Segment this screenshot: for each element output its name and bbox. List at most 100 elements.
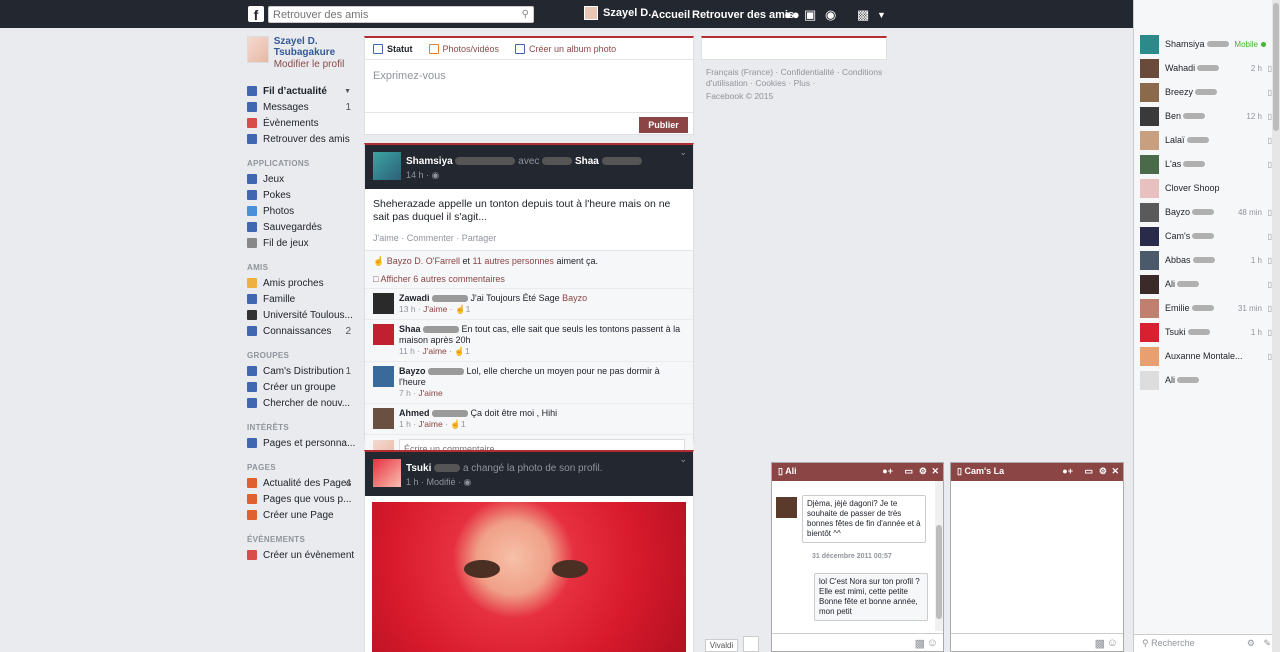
sidebar-item[interactable]: Évènements — [247, 115, 359, 131]
comment-author[interactable]: Bayzo — [399, 366, 426, 376]
find-friends-link[interactable]: Retrouver des amis — [692, 9, 794, 21]
facebook-logo[interactable]: f — [248, 6, 264, 23]
status-input[interactable]: Exprimez-vous — [365, 60, 693, 112]
comment-like-link[interactable]: J'aime — [418, 388, 442, 398]
account-menu-chevron-icon[interactable]: ▼ — [877, 10, 886, 20]
chat-contact[interactable]: Clover Shoop — [1134, 176, 1280, 200]
sidebar-item[interactable]: Pokes — [247, 187, 359, 203]
sidebar-item[interactable]: Photos — [247, 203, 359, 219]
chat-contact[interactable]: Wahadi 2 h ▯ — [1134, 56, 1280, 80]
sidebar-item[interactable]: Actualité des Pages 4 — [247, 475, 359, 491]
search-input[interactable] — [269, 7, 509, 22]
comment-like-link[interactable]: J'aime — [422, 346, 446, 356]
post-timestamp[interactable]: 14 h · ◉ — [406, 170, 439, 181]
chat-contact[interactable]: Ali ▯ — [1134, 272, 1280, 296]
sidebar-item[interactable]: Messages 1 — [247, 99, 359, 115]
video-call-icon[interactable]: ▭ — [904, 466, 913, 477]
emoji-icon[interactable]: ☺ — [1107, 637, 1118, 649]
sidebar-item[interactable]: Connaissances 2 — [247, 323, 359, 339]
friend-requests-icon[interactable]: ●● — [784, 7, 800, 22]
sidebar-item[interactable]: Sauvegardés — [247, 219, 359, 235]
search-box[interactable]: ⚲ — [268, 6, 534, 23]
sidebar-item[interactable]: Retrouver des amis — [247, 131, 359, 147]
edit-profile-link[interactable]: Modifier le profil — [274, 58, 359, 71]
chat-window-header[interactable]: ▯ Ali ●+ ▭ ⚙ ✕ — [772, 463, 943, 481]
vivaldi-chat-tab[interactable]: Vivaldi — [705, 639, 738, 652]
chat-contact[interactable]: L'as ▯ — [1134, 152, 1280, 176]
post-author-avatar[interactable] — [373, 152, 401, 180]
chat-contact[interactable]: Abbas 1 h ▯ — [1134, 248, 1280, 272]
video-call-icon[interactable]: ▭ — [1084, 466, 1093, 477]
footer-link-list[interactable]: Français (France) · Confidentialité · Co… — [706, 67, 886, 89]
profile-photo-image[interactable] — [372, 502, 686, 652]
sidebar-item[interactable]: Pages que vous p... — [247, 491, 359, 507]
messages-icon[interactable]: ▣ — [804, 7, 816, 23]
settings-gear-icon[interactable]: ⚙ — [1247, 638, 1255, 649]
sidebar-item[interactable]: Fil d’actualité ▼ — [247, 83, 359, 99]
privacy-lock-icon[interactable]: ▩ — [857, 7, 869, 23]
avatar[interactable] — [373, 293, 394, 314]
settings-gear-icon[interactable]: ⚙ — [919, 466, 927, 477]
comment-tag[interactable]: Bayzo — [562, 293, 587, 303]
sidebar-item[interactable]: Université Toulous... — [247, 307, 359, 323]
liker-name-link[interactable]: Bayzo D. O'Farrell — [387, 256, 460, 266]
search-icon[interactable]: ⚲ — [522, 9, 529, 20]
home-link[interactable]: Accueil — [651, 9, 690, 21]
chat-window-name[interactable]: Ali — [785, 466, 797, 476]
topbar-profile-link[interactable]: Szayel D. — [584, 6, 651, 20]
sidebar-item[interactable]: Jeux — [247, 171, 359, 187]
comment-author[interactable]: Zawadi — [399, 293, 430, 303]
comment-like-link[interactable]: J'aime — [423, 304, 447, 314]
chat-contact[interactable]: Bayzo 48 min ▯ — [1134, 200, 1280, 224]
sidebar-item[interactable]: Cam's Distribution 1 — [247, 363, 359, 379]
tab-album[interactable]: Créer un album photo — [515, 43, 616, 54]
post-actions[interactable]: J'aime · Commenter · Partager — [365, 233, 693, 250]
sidebar-item[interactable]: Créer un évènement — [247, 547, 359, 563]
chat-contact[interactable]: Shamsiya Mobile — [1134, 32, 1280, 56]
chat-contact[interactable]: Ben 12 h ▯ — [1134, 104, 1280, 128]
chat-contact[interactable]: Cam's ▯ — [1134, 224, 1280, 248]
post-options-chevron-icon[interactable]: ⌄ — [679, 147, 687, 158]
sidebar-item[interactable]: Pages et personna... — [247, 435, 359, 451]
comment-time[interactable]: 13 h — [399, 304, 416, 314]
comment-author[interactable]: Shaa — [399, 324, 421, 334]
profile-avatar[interactable] — [247, 36, 269, 63]
settings-gear-icon[interactable]: ⚙ — [1099, 466, 1107, 477]
chat-window-name[interactable]: Cam's La — [964, 466, 1004, 476]
close-icon[interactable]: ✕ — [931, 466, 939, 477]
sidebar-item[interactable]: Fil de jeux — [247, 235, 359, 251]
show-more-comments-link[interactable]: □ Afficher 6 autres commentaires — [365, 272, 693, 288]
chat-contact[interactable]: Auxanne Montale... ▯ — [1134, 344, 1280, 368]
comment-like-count[interactable]: 1 — [465, 346, 470, 356]
chat-search-input[interactable]: ⚲ Recherche ⚙ ✎ — [1134, 634, 1280, 652]
post-author-name[interactable]: Shamsiya — [406, 156, 453, 167]
camera-icon[interactable]: ▩ — [1095, 637, 1105, 650]
comment-like-count[interactable]: 1 — [461, 419, 466, 429]
post-tagged-name[interactable]: Shaa — [575, 156, 599, 167]
avatar[interactable] — [373, 408, 394, 429]
post-options-chevron-icon[interactable]: ⌄ — [679, 454, 687, 465]
comment-time[interactable]: 1 h — [399, 419, 411, 429]
chat-contact[interactable]: Tsuki 1 h ▯ — [1134, 320, 1280, 344]
post-timestamp[interactable]: 1 h · Modifié · ◉ — [406, 477, 471, 488]
add-friends-icon[interactable]: ●+ — [1062, 466, 1073, 476]
post-author-name[interactable]: Tsuki — [406, 463, 431, 474]
other-likers-link[interactable]: 11 autres personnes — [473, 256, 554, 266]
scrollbar-thumb[interactable] — [936, 525, 942, 619]
page-scrollbar[interactable] — [1272, 0, 1280, 652]
chat-toggle-icon[interactable] — [743, 636, 759, 652]
sidebar-item[interactable]: Créer une Page — [247, 507, 359, 523]
avatar[interactable] — [373, 324, 394, 345]
camera-icon[interactable]: ▩ — [915, 637, 925, 650]
profile-name[interactable]: Szayel D. Tsubagakure — [274, 36, 359, 58]
notifications-globe-icon[interactable]: ◉ — [825, 7, 836, 23]
chevron-down-icon[interactable]: ▼ — [344, 88, 351, 95]
tab-status[interactable]: Statut — [373, 43, 413, 54]
publish-button[interactable]: Publier — [639, 117, 688, 133]
compose-icon[interactable]: ✎ — [1263, 638, 1271, 649]
close-icon[interactable]: ✕ — [1111, 466, 1119, 477]
emoji-icon[interactable]: ☺ — [927, 637, 938, 649]
chat-contact[interactable]: Emilie 31 min ▯ — [1134, 296, 1280, 320]
tab-photos[interactable]: Photos/vidéos — [428, 43, 499, 54]
chat-message-input[interactable]: ▩ ☺ — [951, 633, 1123, 651]
